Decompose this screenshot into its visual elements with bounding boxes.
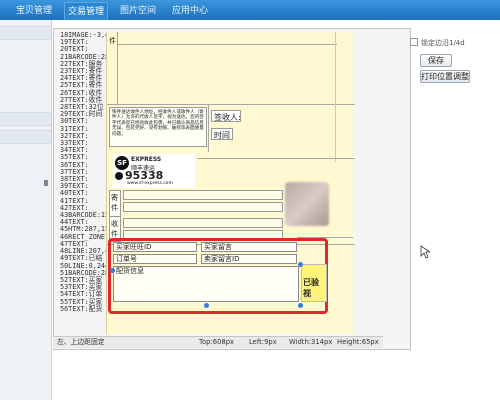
status-bar: 左、上边距固定 Top:608px Left:9px Width:314px H… <box>53 336 383 348</box>
element-line-list[interactable]: 18IMAGE:-3,4 19TEXT: 20TEXT: 21BARCODE:28 22… <box>60 32 110 334</box>
receiver-label: 收件 <box>111 220 118 238</box>
sidebar-splitter-handle[interactable] <box>44 180 48 186</box>
divider <box>117 32 118 104</box>
sender-address-field[interactable] <box>123 202 283 212</box>
mouse-cursor-icon <box>420 245 430 259</box>
divider <box>107 104 355 105</box>
status-height: Height:65px <box>337 338 379 346</box>
checked-stamp-text: 已验视 <box>303 278 319 298</box>
delivery-notice-box[interactable]: 快件送达收件人地址，经收件人或收件人（寄件人）允许的代收人签字，视为送达。您的签… <box>109 107 207 147</box>
status-left: Left:9px <box>249 338 277 346</box>
phone-icon <box>115 172 123 180</box>
divider <box>335 32 336 162</box>
resize-handle[interactable] <box>298 303 303 308</box>
order-number-field[interactable]: 订单号 <box>113 254 197 264</box>
top-navigation: 宝贝管理 交易管理 图片空间 应用中心 <box>0 0 500 20</box>
waybill-top-label: 件 <box>109 37 116 45</box>
print-adjust-button[interactable]: 打印位置调整 <box>420 70 470 83</box>
lock-label: 锁定边沿1/4d <box>421 39 465 47</box>
sf-express-logo[interactable]: SF EXPRESS 顺丰速运 95338 www.sf-express.com <box>113 154 195 188</box>
resize-handle[interactable] <box>204 303 209 308</box>
receiver-field[interactable] <box>123 218 283 228</box>
line-item[interactable]: 56TEXT:配货 <box>60 305 110 313</box>
status-top: Top:608px <box>199 338 235 346</box>
signer-field[interactable]: 签收人: <box>211 110 241 122</box>
divider <box>117 44 337 45</box>
status-hint: 左、上边距固定 <box>57 338 105 346</box>
lock-checkbox[interactable] <box>410 38 418 46</box>
tab-app-center[interactable]: 应用中心 <box>168 2 212 20</box>
delivery-notice-text: 快件送达收件人地址，经收件人或收件人（寄件人）允许的代收人签字，视为送达。您的签… <box>112 110 204 137</box>
tab-image-space[interactable]: 图片空间 <box>116 2 160 20</box>
resize-handle[interactable] <box>298 262 303 267</box>
buyer-id-field[interactable]: 买家旺旺ID <box>113 242 197 252</box>
divider <box>197 158 355 159</box>
sender-field[interactable] <box>123 190 283 200</box>
save-button[interactable]: 保存 <box>420 54 452 67</box>
pick-info-field[interactable]: 配货信息 <box>113 266 299 302</box>
resize-handle[interactable] <box>110 268 115 273</box>
divider <box>208 104 209 152</box>
sf-logo-icon: SF <box>115 156 129 170</box>
signer-label: 签收人: <box>214 113 241 122</box>
tab-item-management[interactable]: 宝贝管理 <box>12 2 56 20</box>
sender-label: 寄件 <box>111 194 118 212</box>
sidebar-item[interactable] <box>0 112 51 126</box>
tab-trade-management[interactable]: 交易管理 <box>64 2 108 20</box>
sf-express-text: EXPRESS <box>131 156 162 163</box>
sender-label-box[interactable]: 寄件 <box>109 190 121 218</box>
time-field[interactable]: 时间 <box>211 128 233 140</box>
checked-stamp-box[interactable]: 已验视 <box>301 264 327 302</box>
sidebar-item[interactable] <box>0 26 51 40</box>
seller-message-field[interactable]: 卖家留言ID <box>201 254 297 264</box>
blurred-image <box>285 182 329 226</box>
sidebar-item[interactable] <box>0 130 51 144</box>
sf-url: www.sf-express.com <box>127 181 173 186</box>
status-width: Width:314px <box>289 338 333 346</box>
left-sidebar <box>0 20 52 400</box>
time-label: 时间 <box>214 131 230 140</box>
buyer-message-field[interactable]: 买家留言 <box>201 242 297 252</box>
